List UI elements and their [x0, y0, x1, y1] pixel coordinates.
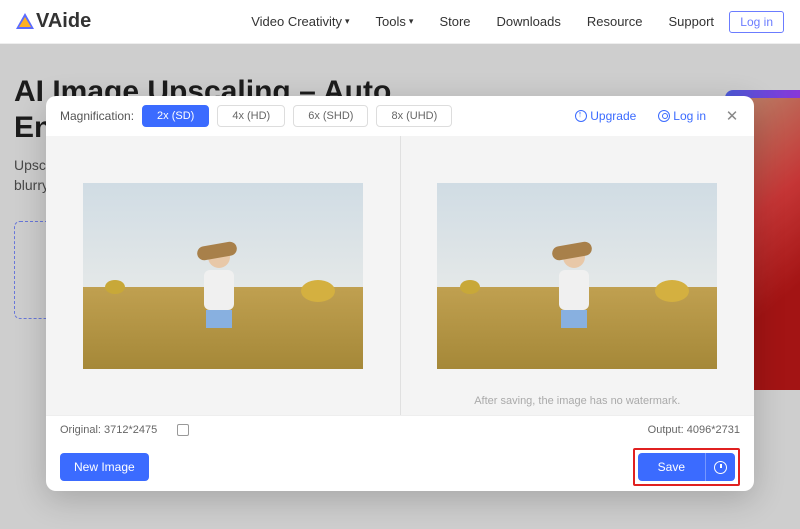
history-button[interactable]: [705, 453, 735, 481]
logo-icon: [16, 13, 34, 31]
new-image-button[interactable]: New Image: [60, 453, 149, 481]
save-button[interactable]: Save: [638, 453, 705, 481]
compare-icon[interactable]: [177, 424, 189, 436]
clock-icon: [714, 461, 727, 474]
upgrade-icon: [575, 110, 587, 122]
compare-area: After saving, the image has no watermark…: [46, 136, 754, 415]
nav-support[interactable]: Support: [668, 14, 714, 29]
original-pane: [46, 136, 401, 415]
output-dimensions: Output: 4096*2731: [648, 424, 740, 436]
main-nav: Video Creativity▾ Tools▾ Store Downloads…: [251, 14, 714, 29]
original-dimensions: Original: 3712*2475: [60, 424, 157, 436]
nav-resource[interactable]: Resource: [587, 14, 643, 29]
output-image: [437, 183, 717, 369]
action-bar: New Image Save: [46, 443, 754, 491]
magnification-label: Magnification:: [60, 109, 134, 123]
nav-downloads[interactable]: Downloads: [497, 14, 561, 29]
watermark-note: After saving, the image has no watermark…: [474, 395, 680, 407]
site-header: VAide Video Creativity▾ Tools▾ Store Dow…: [0, 0, 800, 44]
original-image: [83, 183, 363, 369]
mag-2x-button[interactable]: 2x (SD): [142, 105, 209, 127]
modal-header: Magnification: 2x (SD) 4x (HD) 6x (SHD) …: [46, 96, 754, 136]
nav-tools[interactable]: Tools▾: [376, 14, 414, 29]
logo[interactable]: VAide: [16, 10, 91, 33]
modal-login-link[interactable]: Log in: [658, 109, 706, 123]
nav-store[interactable]: Store: [439, 14, 470, 29]
upgrade-link[interactable]: Upgrade: [575, 109, 636, 123]
output-pane: After saving, the image has no watermark…: [401, 136, 755, 415]
header-login-button[interactable]: Log in: [729, 11, 784, 33]
save-highlight: Save: [633, 448, 740, 486]
nav-video-creativity[interactable]: Video Creativity▾: [251, 14, 349, 29]
logo-text: VAide: [36, 10, 91, 33]
mag-8x-button[interactable]: 8x (UHD): [376, 105, 452, 127]
user-icon: [658, 110, 670, 122]
chevron-down-icon: ▾: [409, 16, 414, 27]
info-bar: Original: 3712*2475 Output: 4096*2731: [46, 415, 754, 443]
upscale-modal: Magnification: 2x (SD) 4x (HD) 6x (SHD) …: [46, 96, 754, 491]
mag-4x-button[interactable]: 4x (HD): [217, 105, 285, 127]
chevron-down-icon: ▾: [345, 16, 350, 27]
close-icon: ✕: [726, 107, 739, 125]
mag-6x-button[interactable]: 6x (SHD): [293, 105, 368, 127]
close-button[interactable]: ✕: [724, 108, 740, 124]
